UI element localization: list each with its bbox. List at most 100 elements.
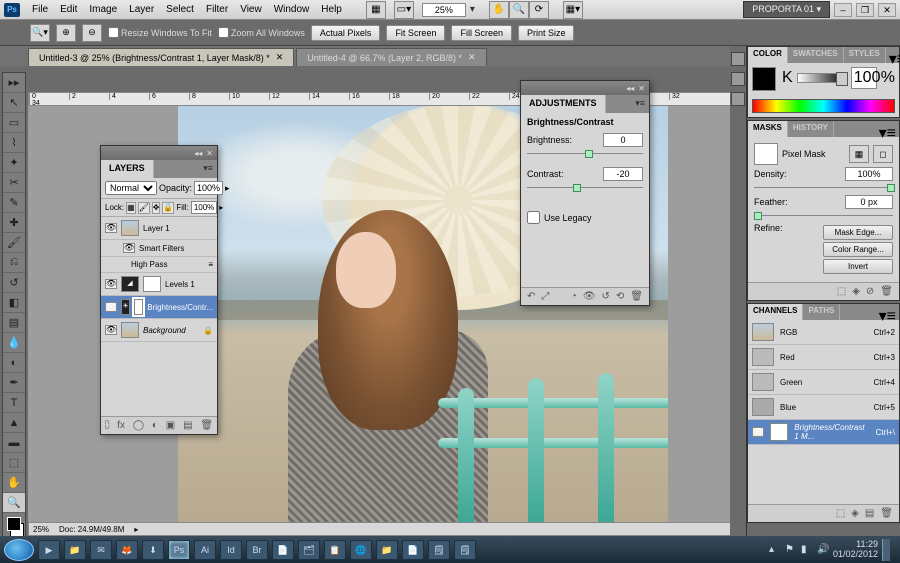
vector-mask-icon[interactable]: ◻ bbox=[873, 145, 893, 163]
shape-tool[interactable]: ▬ bbox=[3, 433, 25, 453]
close-tab-icon[interactable]: ✕ bbox=[468, 52, 476, 63]
taskbar-app[interactable]: 🗒 bbox=[454, 540, 476, 560]
fit-screen-button[interactable]: Fit Screen bbox=[386, 25, 445, 41]
feather-slider[interactable] bbox=[754, 211, 893, 221]
close-tab-icon[interactable]: ✕ bbox=[276, 52, 284, 63]
healing-brush-tool[interactable]: ✚ bbox=[3, 213, 25, 233]
styles-tab[interactable]: STYLES bbox=[844, 47, 886, 63]
adj-return-icon[interactable]: ↶ bbox=[527, 291, 535, 302]
screen-mode-icon[interactable]: ▦ bbox=[366, 1, 386, 19]
visibility-icon[interactable]: 👁 bbox=[123, 243, 135, 253]
zoom-out-icon[interactable]: ⊖ bbox=[82, 24, 102, 42]
panel-collapse-icon[interactable]: ◂◂ bbox=[194, 149, 202, 158]
system-tray[interactable]: ▴ ⚑ ▮ 🔊 11:29 01/02/2012 bbox=[769, 539, 896, 561]
delete-channel-icon[interactable]: 🗑 bbox=[880, 508, 893, 519]
channel-row[interactable]: GreenCtrl+4 bbox=[748, 370, 899, 395]
density-field[interactable]: 100% bbox=[845, 167, 893, 181]
extras-icon[interactable]: ▦▾ bbox=[563, 1, 583, 19]
marquee-tool[interactable]: ▭ bbox=[3, 113, 25, 133]
hand-tool[interactable]: ✋ bbox=[3, 473, 25, 493]
lock-pixels-icon[interactable]: 🖌 bbox=[138, 202, 150, 214]
taskbar-app[interactable]: 📁 bbox=[64, 540, 86, 560]
panel-close-icon[interactable]: ✕ bbox=[206, 149, 213, 158]
taskbar-app[interactable]: Id bbox=[220, 540, 242, 560]
mask-from-selection-icon[interactable]: ⬚ bbox=[837, 286, 846, 297]
new-group-icon[interactable]: ▣ bbox=[166, 420, 175, 431]
color-spectrum[interactable] bbox=[752, 99, 895, 113]
use-legacy-checkbox[interactable]: Use Legacy bbox=[527, 211, 643, 224]
tray-volume-icon[interactable]: 🔊 bbox=[817, 544, 829, 556]
layer-fx-icon[interactable]: fx bbox=[117, 420, 125, 431]
foreground-color[interactable] bbox=[7, 517, 21, 531]
apply-mask-icon[interactable]: ◈ bbox=[852, 286, 860, 297]
dock-icon[interactable] bbox=[731, 72, 745, 86]
lock-position-icon[interactable]: ✥ bbox=[152, 202, 161, 214]
status-menu-icon[interactable]: ▸ bbox=[134, 525, 138, 534]
layers-tab[interactable]: LAYERS bbox=[101, 160, 154, 178]
zoom-level-field[interactable]: 25% bbox=[422, 3, 466, 17]
dock-collapse-strip[interactable] bbox=[730, 46, 746, 536]
eyedropper-tool[interactable]: ✎ bbox=[3, 193, 25, 213]
density-slider[interactable] bbox=[754, 183, 893, 193]
adj-expand-icon[interactable]: ⤢ bbox=[541, 291, 549, 302]
layer-row-selected[interactable]: 👁☀Brightness/Contr... bbox=[101, 296, 217, 319]
zoom-in-icon[interactable]: ⊕ bbox=[56, 24, 76, 42]
panel-menu-icon[interactable]: ▾≡ bbox=[886, 47, 900, 63]
channels-tab[interactable]: CHANNELS bbox=[748, 304, 803, 320]
swatches-tab[interactable]: SWATCHES bbox=[788, 47, 844, 63]
quick-select-tool[interactable]: ✦ bbox=[3, 153, 25, 173]
disable-mask-icon[interactable]: ⊘ bbox=[866, 286, 874, 297]
masks-tab[interactable]: MASKS bbox=[748, 121, 788, 137]
new-layer-icon[interactable]: ▤ bbox=[183, 420, 192, 431]
menu-view[interactable]: View bbox=[234, 2, 268, 17]
taskbar-app[interactable]: 📋 bbox=[324, 540, 346, 560]
print-size-button[interactable]: Print Size bbox=[518, 25, 575, 41]
visibility-icon[interactable]: 👁 bbox=[105, 223, 117, 233]
show-desktop-button[interactable] bbox=[882, 539, 890, 561]
menu-edit[interactable]: Edit bbox=[54, 2, 83, 17]
collapse-toolbox-icon[interactable]: ▸▸ bbox=[3, 73, 25, 93]
panel-menu-icon[interactable]: ▾≡ bbox=[876, 121, 899, 137]
path-select-tool[interactable]: ▲ bbox=[3, 413, 25, 433]
clone-stamp-tool[interactable]: ⎌ bbox=[3, 253, 25, 273]
zoom-tool-icon[interactable]: 🔍 bbox=[509, 1, 529, 19]
delete-mask-icon[interactable]: 🗑 bbox=[880, 286, 893, 297]
opacity-field[interactable]: 100% bbox=[194, 181, 223, 195]
load-selection-icon[interactable]: ⬚ bbox=[836, 508, 845, 519]
actual-pixels-button[interactable]: Actual Pixels bbox=[311, 25, 381, 41]
taskbar-app[interactable]: ⬇ bbox=[142, 540, 164, 560]
channel-row[interactable]: RedCtrl+3 bbox=[748, 345, 899, 370]
move-tool[interactable]: ↖ bbox=[3, 93, 25, 113]
masks-panel[interactable]: MASKS HISTORY ▾≡ Pixel Mask▦◻ Density:10… bbox=[747, 120, 900, 301]
layer-row[interactable]: 👁Layer 1 bbox=[101, 217, 217, 240]
blur-tool[interactable]: 💧 bbox=[3, 333, 25, 353]
layer-row[interactable]: 👁Smart Filters bbox=[101, 240, 217, 257]
rotate-view-icon[interactable]: ⟳ bbox=[529, 1, 549, 19]
visibility-icon[interactable]: 👁 bbox=[752, 427, 764, 437]
channels-panel[interactable]: CHANNELS PATHS ▾≡ RGBCtrl+2 RedCtrl+3 Gr… bbox=[747, 303, 900, 523]
layer-mask-icon[interactable]: ◯ bbox=[133, 420, 144, 431]
fill-field[interactable]: 100% bbox=[191, 201, 217, 214]
3d-tool[interactable]: ⬚ bbox=[3, 453, 25, 473]
fill-screen-button[interactable]: Fill Screen bbox=[451, 25, 512, 41]
dock-icon[interactable] bbox=[731, 52, 745, 66]
blend-mode-select[interactable]: Normal bbox=[105, 181, 157, 195]
type-tool[interactable]: T bbox=[3, 393, 25, 413]
visibility-icon[interactable]: 👁 bbox=[105, 325, 117, 335]
visibility-icon[interactable]: 👁 bbox=[105, 302, 117, 312]
lock-all-icon[interactable]: 🔒 bbox=[162, 202, 174, 214]
mask-thumbnail[interactable] bbox=[754, 143, 778, 165]
layer-row[interactable]: 👁◢Levels 1 bbox=[101, 273, 217, 296]
panel-close-icon[interactable]: ✕ bbox=[638, 84, 645, 93]
brightness-slider[interactable] bbox=[527, 149, 643, 159]
taskbar-app[interactable]: ▶ bbox=[38, 540, 60, 560]
color-tab[interactable]: COLOR bbox=[748, 47, 788, 63]
menu-layer[interactable]: Layer bbox=[123, 2, 160, 17]
taskbar-app[interactable]: 📄 bbox=[402, 540, 424, 560]
menu-file[interactable]: File bbox=[26, 2, 54, 17]
zoom-tool-indicator[interactable]: 🔍▾ bbox=[30, 24, 50, 42]
adj-reset-icon[interactable]: ⟲ bbox=[616, 291, 624, 302]
taskbar-app[interactable]: 📁 bbox=[376, 540, 398, 560]
filter-settings-icon[interactable]: ≡ bbox=[208, 260, 213, 269]
taskbar-clock[interactable]: 11:29 01/02/2012 bbox=[833, 540, 878, 560]
